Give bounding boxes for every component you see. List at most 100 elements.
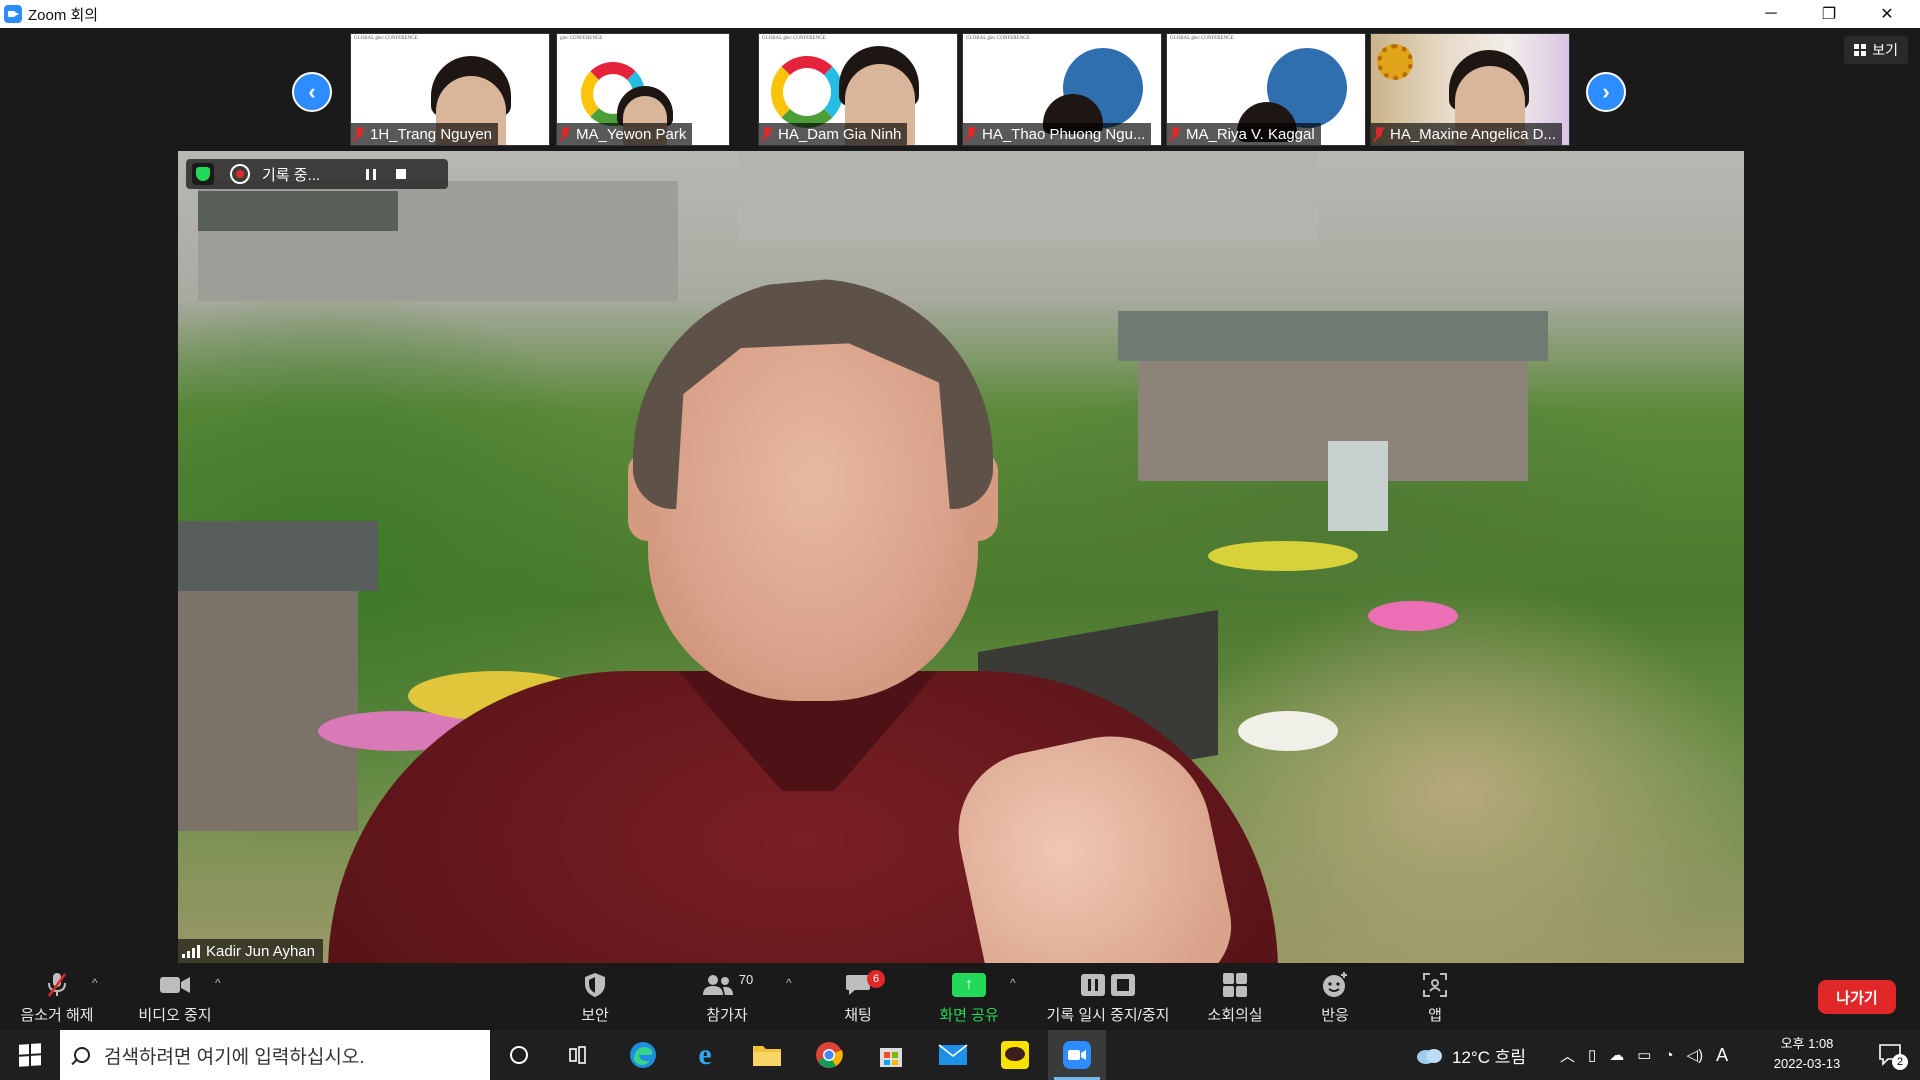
mail-icon[interactable] xyxy=(924,1030,982,1080)
reactions-button[interactable]: 반응 xyxy=(1280,970,1390,1026)
participant-name: HA_Maxine Angelica D... xyxy=(1390,125,1556,143)
chat-unread-badge: 6 xyxy=(867,970,885,988)
participant-name-tag: MA_Riya V. Kaggal xyxy=(1167,123,1321,145)
windows-logo-icon xyxy=(19,1043,41,1067)
cloud-recording-icon xyxy=(230,164,250,184)
thumbnail-banner-text: GLOBAL glec CONFERENCE xyxy=(1170,36,1234,41)
internet-explorer-icon[interactable]: e xyxy=(676,1030,734,1080)
encryption-shield-icon[interactable] xyxy=(192,163,214,185)
onedrive-cloud-icon[interactable]: ☁ xyxy=(1609,1046,1624,1064)
taskbar-clock[interactable]: 오후 1:08 2022-03-13 xyxy=(1764,1034,1850,1074)
reactions-label: 반응 xyxy=(1321,1007,1349,1024)
participant-thumbnail[interactable]: GLOBAL glec CONFERENCE HA_Dam Gia Ninh xyxy=(758,33,958,146)
grid-view-icon xyxy=(1854,44,1867,56)
zoom-app-icon xyxy=(4,5,22,23)
mic-muted-icon xyxy=(762,127,772,141)
minimize-button[interactable]: ─ xyxy=(1742,0,1800,28)
participants-count: 70 xyxy=(738,971,754,987)
participant-thumbnail[interactable]: GLOBAL glec CONFERENCE MA_Riya V. Kaggal xyxy=(1166,33,1366,146)
next-page-button[interactable]: › xyxy=(1586,72,1626,112)
zoom-taskbar-icon[interactable] xyxy=(1048,1030,1106,1080)
background-building xyxy=(1328,441,1388,531)
chat-label: 채팅 xyxy=(844,1007,872,1024)
chat-button[interactable]: 6 채팅 xyxy=(803,970,913,1026)
security-label: 보안 xyxy=(581,1007,609,1024)
chrome-icon[interactable] xyxy=(800,1030,858,1080)
participant-name-tag: HA_Maxine Angelica D... xyxy=(1371,123,1562,145)
usb-device-icon[interactable]: ▯ xyxy=(1588,1046,1596,1064)
shield-icon xyxy=(583,970,607,1000)
participant-name-tag: MA_Yewon Park xyxy=(557,123,693,145)
weather-widget[interactable]: 12°C 흐림 xyxy=(1414,1030,1526,1080)
security-button[interactable]: 보안 xyxy=(540,970,650,1026)
kakaotalk-icon[interactable] xyxy=(986,1030,1044,1080)
meeting-area: ‹ GLOBAL glec CONFERENCE 1H_Trang Nguyen… xyxy=(0,28,1920,964)
start-button[interactable] xyxy=(0,1030,60,1080)
mic-muted-icon xyxy=(1170,127,1180,141)
window-title: Zoom 회의 xyxy=(28,6,99,24)
participants-label: 참가자 xyxy=(706,1007,748,1024)
edge-browser-icon[interactable] xyxy=(614,1030,672,1080)
share-screen-label: 화면 공유 xyxy=(939,1007,999,1024)
notification-count-badge: 2 xyxy=(1892,1054,1908,1070)
file-explorer-icon[interactable] xyxy=(738,1030,796,1080)
show-hidden-icons-chevron-icon[interactable]: ︿ xyxy=(1560,1045,1575,1066)
background-building xyxy=(1118,311,1548,361)
view-button[interactable]: 보기 xyxy=(1844,36,1908,64)
stop-recording-button[interactable] xyxy=(390,163,412,185)
title-bar: Zoom 회의 ─ ❐ ✕ xyxy=(0,0,1920,28)
unmute-label: 음소거 해제 xyxy=(20,1007,94,1024)
participants-icon: 70 xyxy=(701,970,753,1000)
flowerbed xyxy=(1208,541,1358,571)
battery-icon[interactable]: ▭ xyxy=(1637,1046,1651,1064)
notification-center-button[interactable]: 2 xyxy=(1876,1040,1908,1070)
participant-name-tag: HA_Thao Phuong Ngu... xyxy=(963,123,1152,145)
sunflower-decoration xyxy=(1377,44,1413,80)
apps-label: 앱 xyxy=(1428,1007,1442,1024)
prev-page-button[interactable]: ‹ xyxy=(292,72,332,112)
recording-controls-button[interactable]: 기록 일시 중지/중지 xyxy=(1033,970,1183,1026)
cortana-icon[interactable] xyxy=(490,1030,548,1080)
participant-thumbnail[interactable]: GLOBAL glec CONFERENCE 1H_Trang Nguyen xyxy=(350,33,550,146)
smiley-plus-icon xyxy=(1321,970,1349,1000)
breakout-rooms-button[interactable]: 소회의실 xyxy=(1180,970,1290,1026)
background-building xyxy=(738,151,1318,241)
restore-button[interactable]: ❐ xyxy=(1800,0,1858,28)
cloud-weather-icon xyxy=(1417,1049,1442,1064)
sdg-logo-icon xyxy=(771,56,843,128)
participants-button[interactable]: 70 참가자 xyxy=(672,970,782,1026)
video-options-caret-icon[interactable]: ^ xyxy=(215,976,221,990)
task-view-icon[interactable] xyxy=(550,1030,608,1080)
participants-options-caret-icon[interactable]: ^ xyxy=(786,976,792,990)
audio-options-caret-icon[interactable]: ^ xyxy=(92,976,98,990)
ime-indicator[interactable]: A xyxy=(1716,1045,1728,1066)
participant-name-tag: HA_Dam Gia Ninh xyxy=(759,123,908,145)
mic-muted-icon xyxy=(966,127,976,141)
wifi-icon[interactable]: ◔ xyxy=(1664,1047,1673,1064)
pause-icon xyxy=(366,168,376,180)
participant-thumbnail[interactable]: GLOBAL glec CONFERENCE HA_Thao Phuong Ng… xyxy=(962,33,1162,146)
speaker-name-tag: Kadir Jun Ayhan xyxy=(178,939,323,963)
participant-thumbnail[interactable]: HA_Maxine Angelica D... xyxy=(1370,33,1570,146)
pause-recording-button[interactable] xyxy=(360,163,382,185)
volume-icon[interactable]: ◁) xyxy=(1687,1046,1704,1064)
microsoft-store-icon[interactable] xyxy=(862,1030,920,1080)
speaker-name: Kadir Jun Ayhan xyxy=(206,942,315,960)
thumbnail-banner-text: glec CONFERENCE xyxy=(560,36,603,41)
weather-text: 12°C 흐림 xyxy=(1452,1047,1526,1067)
apps-button[interactable]: 앱 xyxy=(1380,970,1490,1026)
taskbar-search-box[interactable]: 검색하려면 여기에 입력하십시오. xyxy=(60,1030,490,1080)
close-button[interactable]: ✕ xyxy=(1858,0,1916,28)
leave-button[interactable]: 나가기 xyxy=(1818,980,1896,1014)
windows-taskbar: 검색하려면 여기에 입력하십시오. e 12°C 흐림 ︿ ▯ ☁ ▭ ◔ ◁) xyxy=(0,1030,1920,1080)
share-screen-button[interactable]: ↑ 화면 공유 xyxy=(914,970,1024,1026)
breakout-rooms-icon xyxy=(1222,970,1248,1000)
stop-video-label: 비디오 중지 xyxy=(138,1007,212,1024)
share-options-caret-icon[interactable]: ^ xyxy=(1010,976,1016,990)
mic-muted-icon xyxy=(45,970,69,1000)
thumbnail-banner-text: GLOBAL glec CONFERENCE xyxy=(354,36,418,41)
stop-video-button[interactable]: 비디오 중지 xyxy=(120,970,230,1026)
flowerbed xyxy=(1238,711,1338,751)
apps-icon xyxy=(1422,970,1448,1000)
participant-thumbnail[interactable]: glec CONFERENCE MA_Yewon Park xyxy=(556,33,730,146)
